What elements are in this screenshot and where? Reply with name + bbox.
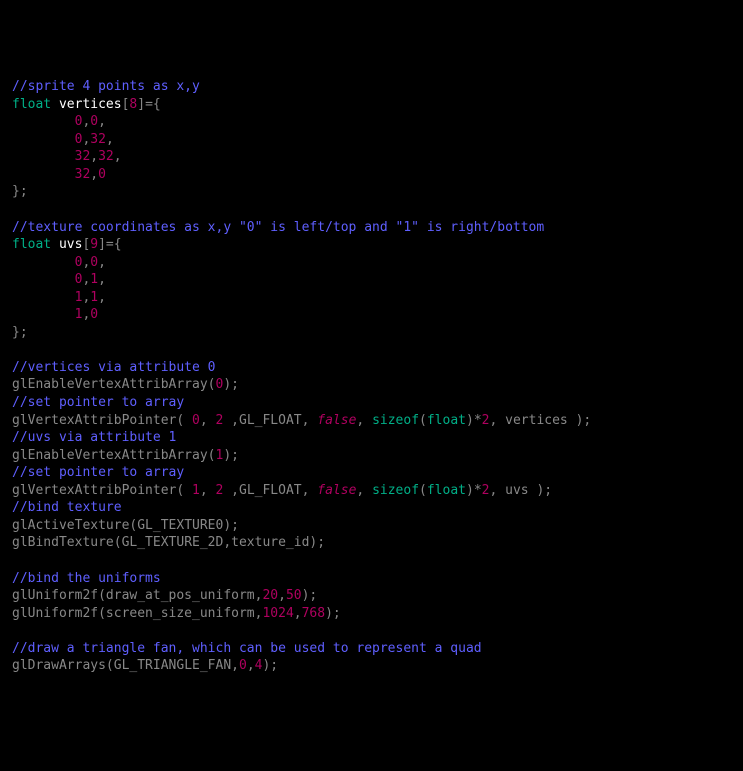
code-editor[interactable]: //sprite 4 points as x,y float vertices[…: [12, 78, 731, 675]
punctuation: ,GL_FLOAT,: [223, 413, 317, 428]
punctuation: ,GL_FLOAT,: [223, 483, 317, 498]
punctuation: ,: [90, 167, 98, 182]
punctuation: );: [223, 377, 239, 392]
punctuation: ,: [294, 606, 302, 621]
number: 1: [90, 290, 98, 305]
boolean: false: [317, 413, 356, 428]
function-call: glEnableVertexAttribArray: [12, 377, 208, 392]
identifier: uvs: [59, 237, 82, 252]
punctuation: );: [262, 658, 278, 673]
number: 0: [239, 658, 247, 673]
number: 32: [75, 149, 91, 164]
comment: //set pointer to array: [12, 395, 184, 410]
boolean: false: [317, 483, 356, 498]
function-call: glVertexAttribPointer: [12, 413, 176, 428]
punctuation: ,: [98, 272, 106, 287]
punctuation: (: [419, 413, 427, 428]
function-call: glActiveTexture: [12, 518, 129, 533]
number: 1024: [262, 606, 293, 621]
number: 1: [90, 272, 98, 287]
punctuation: ,: [278, 588, 286, 603]
comment: //bind texture: [12, 500, 122, 515]
punctuation: ]={: [98, 237, 121, 252]
punctuation: ,: [98, 114, 106, 129]
function-call: glUniform2f: [12, 606, 98, 621]
punctuation: (GL_TRIANGLE_FAN,: [106, 658, 239, 673]
punctuation: ,: [90, 149, 98, 164]
punctuation: ,: [200, 413, 216, 428]
punctuation: (: [208, 377, 216, 392]
number: 9: [90, 237, 98, 252]
number: 768: [302, 606, 325, 621]
punctuation: };: [12, 184, 28, 199]
punctuation: ,: [356, 413, 372, 428]
punctuation: );: [223, 448, 239, 463]
number: 0: [90, 114, 98, 129]
comment: //set pointer to array: [12, 465, 184, 480]
number: 0: [90, 307, 98, 322]
punctuation: );: [302, 588, 318, 603]
punctuation: ,: [356, 483, 372, 498]
number: 0: [98, 167, 106, 182]
punctuation: };: [12, 325, 28, 340]
keyword-float: float: [427, 413, 466, 428]
function-call: glUniform2f: [12, 588, 98, 603]
number: 4: [255, 658, 263, 673]
keyword-float: float: [12, 237, 51, 252]
number: 32: [75, 167, 91, 182]
punctuation: (screen_size_uniform,: [98, 606, 262, 621]
punctuation: ,: [98, 255, 106, 270]
punctuation: , uvs );: [489, 483, 552, 498]
comment: //uvs via attribute 1: [12, 430, 176, 445]
punctuation: ]={: [137, 97, 160, 112]
punctuation: , vertices );: [489, 413, 591, 428]
punctuation: (: [419, 483, 427, 498]
punctuation: (GL_TEXTURE_2D,texture_id);: [114, 535, 325, 550]
number: 20: [262, 588, 278, 603]
punctuation: );: [325, 606, 341, 621]
number: 32: [98, 149, 114, 164]
keyword-float: float: [427, 483, 466, 498]
punctuation: ,: [114, 149, 122, 164]
punctuation: ,: [200, 483, 216, 498]
punctuation: ,: [106, 132, 114, 147]
comment: //vertices via attribute 0: [12, 360, 216, 375]
punctuation: (GL_TEXTURE0);: [129, 518, 239, 533]
function-call: glEnableVertexAttribArray: [12, 448, 208, 463]
punctuation: (: [176, 483, 192, 498]
punctuation: ,: [98, 290, 106, 305]
punctuation: ,: [247, 658, 255, 673]
punctuation: )*: [466, 413, 482, 428]
keyword-float: float: [12, 97, 51, 112]
comment: //draw a triangle fan, which can be used…: [12, 641, 482, 656]
function-call: glVertexAttribPointer: [12, 483, 176, 498]
comment: //texture coordinates as x,y "0" is left…: [12, 220, 544, 235]
punctuation: (draw_at_pos_uniform,: [98, 588, 262, 603]
keyword-sizeof: sizeof: [372, 483, 419, 498]
number: 0: [192, 413, 200, 428]
identifier: vertices: [59, 97, 122, 112]
punctuation: (: [176, 413, 192, 428]
comment: //sprite 4 points as x,y: [12, 79, 200, 94]
number: 1: [192, 483, 200, 498]
function-call: glBindTexture: [12, 535, 114, 550]
keyword-sizeof: sizeof: [372, 413, 419, 428]
number: 0: [90, 255, 98, 270]
number: 32: [90, 132, 106, 147]
function-call: glDrawArrays: [12, 658, 106, 673]
comment: //bind the uniforms: [12, 571, 161, 586]
number: 50: [286, 588, 302, 603]
punctuation: (: [208, 448, 216, 463]
punctuation: )*: [466, 483, 482, 498]
